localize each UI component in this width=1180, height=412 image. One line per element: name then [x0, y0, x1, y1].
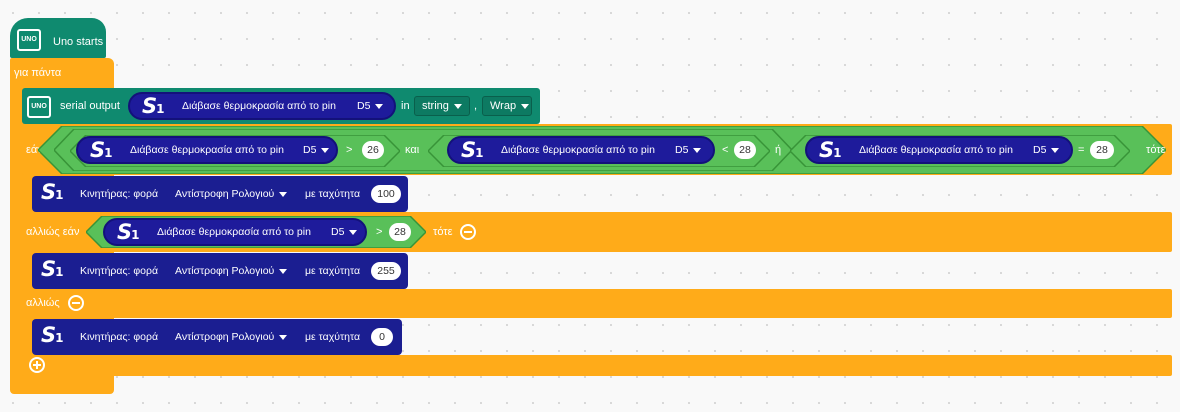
speed-input[interactable]: 100: [371, 185, 401, 203]
value-input[interactable]: 26: [362, 141, 384, 159]
else-label: αλλιώς: [26, 297, 60, 309]
speed-input[interactable]: 255: [371, 262, 401, 280]
operator-lt: <: [722, 144, 729, 156]
s1-sensor-icon: S1: [819, 138, 842, 162]
s1-sensor-icon: S1: [461, 138, 484, 162]
s1-motor-icon: S1: [41, 257, 64, 281]
pin-dropdown[interactable]: D5: [675, 145, 702, 156]
value-input[interactable]: 28: [734, 141, 756, 159]
if-block-footer[interactable]: [22, 355, 1172, 376]
reporter-label: Διάβασε θερμοκρασία από το pin: [130, 144, 284, 156]
motor-label: Κινητήρας: φορά: [80, 188, 159, 200]
hat-label: Uno starts: [53, 36, 104, 48]
or-label: ή: [775, 144, 782, 156]
s1-motor-icon: S1: [41, 180, 64, 204]
reporter-label: Διάβασε θερμοκρασία από το pin: [859, 144, 1013, 156]
in-label: in: [401, 100, 410, 112]
reporter-label: Διάβασε θερμοκρασία από το pin: [501, 144, 655, 156]
value-input[interactable]: 28: [1090, 141, 1114, 159]
motor-label: Κινητήρας: φορά: [80, 331, 159, 343]
motor-label: Κινητήρας: φορά: [80, 265, 159, 277]
uno-board-icon: UNO: [27, 96, 51, 118]
s1-sensor-icon: S1: [117, 220, 140, 244]
remove-else-icon[interactable]: [68, 295, 84, 311]
uno-board-icon: UNO: [17, 29, 41, 51]
speed-label: με ταχύτητα: [305, 331, 361, 343]
forever-label: για πάντα: [14, 67, 62, 79]
s1-sensor-icon: S1: [90, 138, 113, 162]
comma-label: ,: [474, 100, 478, 112]
direction-dropdown[interactable]: Αντίστροφη Ρολογιού: [175, 332, 288, 343]
then-label: τότε: [1146, 144, 1166, 156]
reporter-label: Διάβασε θερμοκρασία από το pin: [182, 100, 336, 112]
direction-dropdown[interactable]: Αντίστροφη Ρολογιού: [175, 189, 288, 200]
remove-branch-icon[interactable]: [460, 224, 476, 240]
s1-motor-icon: S1: [41, 323, 64, 347]
operator-eq: =: [1078, 144, 1085, 156]
wrap-dropdown[interactable]: Wrap: [482, 96, 532, 116]
and-label: και: [405, 144, 420, 156]
then-label: τότε: [433, 226, 453, 238]
pin-dropdown[interactable]: D5: [357, 101, 384, 112]
add-branch-icon[interactable]: [29, 357, 45, 373]
pin-dropdown[interactable]: D5: [1033, 145, 1060, 156]
speed-label: με ταχύτητα: [305, 188, 361, 200]
else-block[interactable]: [22, 289, 1172, 318]
speed-label: με ταχύτητα: [305, 265, 361, 277]
pin-dropdown[interactable]: D5: [303, 145, 330, 156]
serial-output-label: serial output: [60, 100, 120, 112]
pin-dropdown[interactable]: D5: [331, 227, 358, 238]
reporter-label: Διάβασε θερμοκρασία από το pin: [157, 226, 311, 238]
format-dropdown[interactable]: string: [414, 96, 470, 116]
operator-gt: >: [346, 144, 353, 156]
else-if-label: αλλιώς εάν: [26, 226, 80, 238]
value-input[interactable]: 28: [389, 223, 411, 241]
operator-gt: >: [376, 226, 383, 238]
s1-sensor-icon: S1: [142, 94, 165, 118]
speed-input[interactable]: 0: [371, 328, 393, 346]
direction-dropdown[interactable]: Αντίστροφη Ρολογιού: [175, 266, 288, 277]
